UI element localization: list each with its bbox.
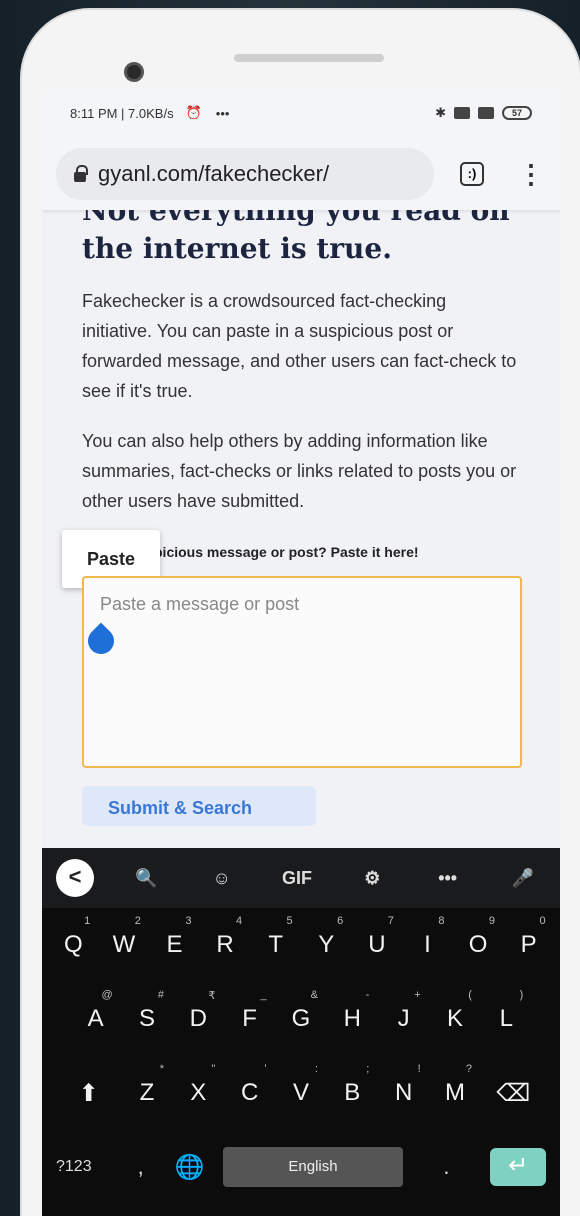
keyboard-back-icon[interactable]: <: [56, 859, 94, 897]
key-q[interactable]: Q1: [50, 915, 96, 959]
status-more: •••: [215, 105, 230, 121]
page-heading: Not everything you read on the internet …: [82, 210, 510, 265]
keyboard-row-1: Q1 W2 E3 R4 T5 Y6 U7 I8 O9 P0: [42, 908, 560, 982]
key-r[interactable]: R4: [202, 915, 248, 959]
key-j[interactable]: J +: [381, 989, 427, 1033]
key-e[interactable]: E3: [151, 915, 197, 959]
key-c[interactable]: C ': [227, 1063, 273, 1107]
phone-speaker: [234, 54, 384, 62]
keyboard-toolbar: < 🔍 ☺ GIF ⚙ ••• 🎤: [42, 848, 560, 908]
keyboard-mic-icon[interactable]: 🎤: [500, 868, 546, 889]
battery-icon: 57: [502, 106, 532, 120]
key-h[interactable]: H-: [329, 989, 375, 1033]
symbols-key[interactable]: ?123: [56, 1158, 112, 1176]
keyboard-gif-button[interactable]: GIF: [274, 868, 320, 889]
key-o[interactable]: O9: [455, 915, 501, 959]
intro-paragraph: Fakechecker is a crowdsourced fact-check…: [82, 291, 517, 401]
key-a[interactable]: A @: [73, 989, 119, 1033]
status-icons: ✱ 57: [435, 105, 532, 121]
key-k[interactable]: K(: [432, 989, 478, 1033]
keyboard-row-2: A @ S # D ₹ F _ G & H- J + K( L): [42, 982, 560, 1056]
key-l[interactable]: L): [483, 989, 529, 1033]
period-key[interactable]: .: [417, 1154, 477, 1180]
paste-callout: picious message or post? Paste it here!: [154, 544, 419, 560]
keyboard-emoji-icon[interactable]: ☺: [199, 868, 245, 889]
backspace-key-icon[interactable]: ⌫: [483, 1079, 543, 1108]
key-f[interactable]: F _: [227, 989, 273, 1033]
globe-icon[interactable]: 🌐: [170, 1153, 210, 1182]
status-bar: 8:11 PM | 7.0KB/s ⏰ ••• ✱ 57: [42, 88, 560, 138]
keyboard-more-icon[interactable]: •••: [425, 868, 471, 889]
keyboard-search-icon[interactable]: 🔍: [123, 868, 169, 889]
phone-screen: 8:11 PM | 7.0KB/s ⏰ ••• ✱ 57 gyanl.com/f…: [42, 88, 560, 1216]
message-textarea[interactable]: Paste a message or post: [82, 576, 522, 768]
key-y[interactable]: Y6: [303, 915, 349, 959]
camera-icon: [124, 62, 144, 82]
signal-icon-2: [478, 107, 494, 119]
key-z[interactable]: Z *: [124, 1063, 170, 1107]
help-paragraph: You can also help others by adding infor…: [82, 431, 517, 511]
enter-key-icon[interactable]: ↵: [490, 1148, 546, 1186]
keyboard: < 🔍 ☺ GIF ⚙ ••• 🎤 Q1 W2 E3 R4 T5 Y6 U7 I…: [42, 848, 560, 1216]
key-t[interactable]: T5: [253, 915, 299, 959]
key-u[interactable]: U7: [354, 915, 400, 959]
status-time: 8:11 PM | 7.0KB/s: [70, 105, 174, 121]
key-s[interactable]: S #: [124, 989, 170, 1033]
key-d[interactable]: D ₹: [175, 990, 221, 1033]
key-p[interactable]: P0: [506, 915, 552, 959]
bluetooth-icon: ✱: [435, 105, 446, 120]
comma-key[interactable]: ,: [126, 1154, 156, 1180]
signal-icon: [454, 107, 470, 119]
key-b[interactable]: B;: [329, 1063, 375, 1107]
key-g[interactable]: G &: [278, 989, 324, 1033]
key-x[interactable]: X ": [175, 1063, 221, 1107]
menu-button[interactable]: ⋮: [518, 161, 544, 187]
key-v[interactable]: V:: [278, 1063, 324, 1107]
key-i[interactable]: I8: [404, 915, 450, 959]
keyboard-row-3: ⬆ Z * X " C ' V: B; N! M? ⌫: [42, 1056, 560, 1130]
space-key[interactable]: English: [223, 1147, 403, 1187]
lock-icon: [74, 165, 88, 182]
key-w[interactable]: W2: [101, 915, 147, 959]
submit-search-button[interactable]: Submit & Search: [82, 786, 316, 826]
key-m[interactable]: M?: [432, 1063, 478, 1107]
alarm-icon: ⏰: [185, 105, 202, 120]
shift-key-icon[interactable]: ⬆: [59, 1079, 119, 1108]
key-n[interactable]: N!: [381, 1063, 427, 1107]
url-text: gyanl.com/fakechecker/: [98, 161, 330, 186]
tabs-button[interactable]: :): [460, 162, 484, 186]
keyboard-bottom-row: ?123 , 🌐 English . ↵: [42, 1130, 560, 1204]
address-bar[interactable]: gyanl.com/fakechecker/: [56, 148, 434, 200]
keyboard-settings-icon[interactable]: ⚙: [349, 868, 395, 889]
browser-toolbar: gyanl.com/fakechecker/ :) ⋮: [42, 138, 560, 210]
